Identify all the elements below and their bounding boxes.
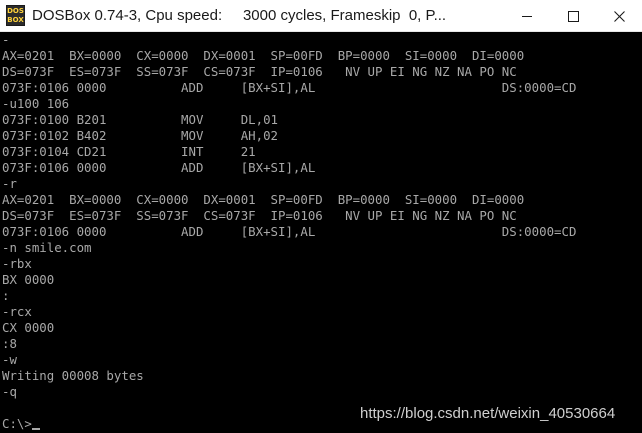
close-icon xyxy=(613,11,625,22)
console-line: -q xyxy=(2,384,17,399)
console-line: -u100 106 xyxy=(2,96,70,111)
maximize-button[interactable] xyxy=(550,0,596,32)
console-line: -rbx xyxy=(2,256,32,271)
console-line: AX=0201 BX=0000 CX=0000 DX=0001 SP=00FD … xyxy=(2,192,525,207)
console-line: DS=073F ES=073F SS=073F CS=073F IP=0106 … xyxy=(2,208,517,223)
window-title: DOSBox 0.74-3, Cpu speed: 3000 cycles, F… xyxy=(32,7,447,24)
title-bar[interactable]: DOS BOX DOSBox 0.74-3, Cpu speed: 3000 c… xyxy=(0,0,642,32)
console-line: 073F:0106 0000 ADD [BX+SI],AL xyxy=(2,160,316,175)
console-line: 073F:0106 0000 ADD [BX+SI],AL DS:0000=CD xyxy=(2,224,577,239)
icon-text-top: DOS xyxy=(7,7,24,15)
dosbox-icon[interactable]: DOS BOX xyxy=(6,5,25,26)
console-line: DS=073F ES=073F SS=073F CS=073F IP=0106 … xyxy=(2,64,517,79)
text-cursor xyxy=(31,428,40,430)
console-line: BX 0000 xyxy=(2,272,55,287)
console-area[interactable]: - AX=0201 BX=0000 CX=0000 DX=0001 SP=00FD… xyxy=(0,32,642,433)
console-line: -w xyxy=(2,352,17,367)
console-line: :8 xyxy=(2,336,17,351)
watermark-text: https://blog.csdn.net/weixin_40530664 xyxy=(360,405,616,422)
console-line: Writing 00008 bytes xyxy=(2,368,144,383)
dosbox-window: DOS BOX DOSBox 0.74-3, Cpu speed: 3000 c… xyxy=(0,0,642,433)
console-line: 073F:0104 CD21 INT 21 xyxy=(2,144,256,159)
console-line: 073F:0106 0000 ADD [BX+SI],AL DS:0000=CD xyxy=(2,80,577,95)
close-button[interactable] xyxy=(596,0,642,32)
minimize-icon xyxy=(522,16,532,17)
console-line: -rcx xyxy=(2,304,32,319)
icon-text-bottom: BOX xyxy=(7,16,24,24)
console-line: -n smile.com xyxy=(2,240,92,255)
console-line: 073F:0102 B402 MOV AH,02 xyxy=(2,128,279,143)
console-line: 073F:0100 B201 MOV DL,01 xyxy=(2,112,279,127)
console-line: -r xyxy=(2,176,17,191)
console-line: C:\> xyxy=(2,416,40,432)
console-line: CX 0000 xyxy=(2,320,55,335)
minimize-button[interactable] xyxy=(504,0,550,32)
console-line: AX=0201 BX=0000 CX=0000 DX=0001 SP=00FD … xyxy=(2,48,525,63)
console-line: : xyxy=(2,288,10,303)
maximize-icon xyxy=(567,11,579,22)
console-line: - xyxy=(2,32,10,47)
